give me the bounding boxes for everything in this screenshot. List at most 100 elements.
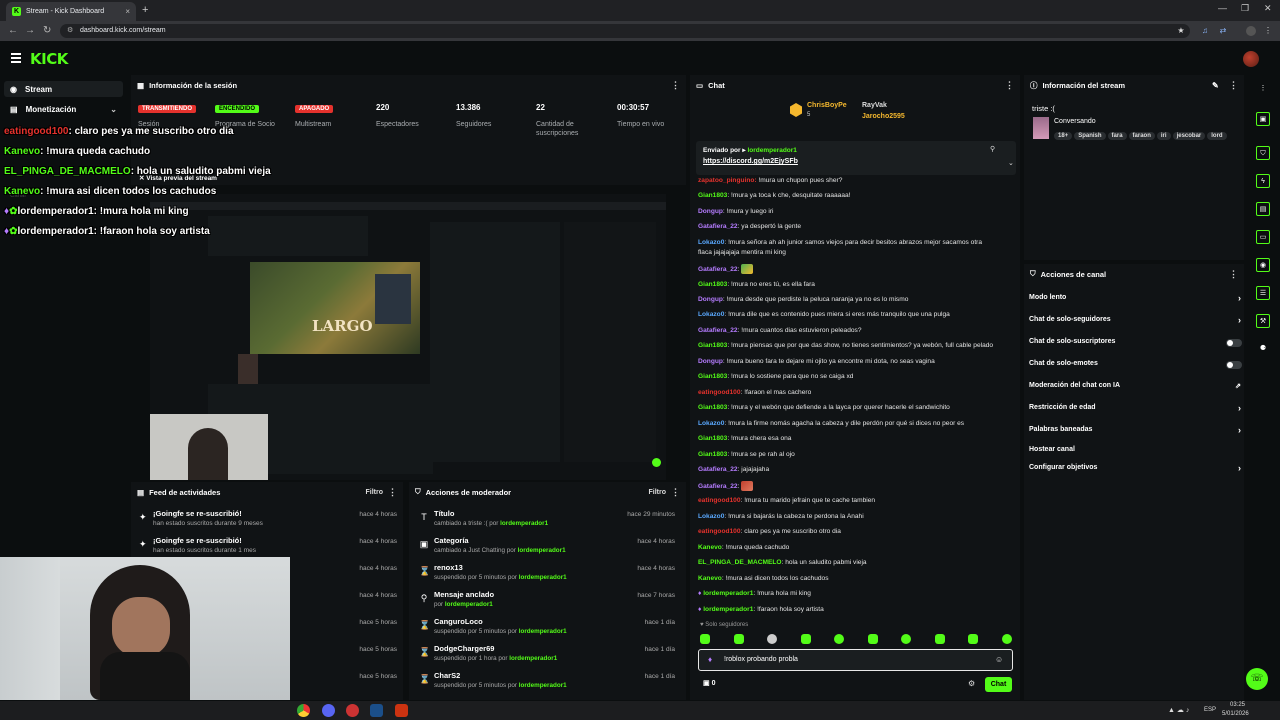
configure-goals-row[interactable]: Configurar objetivos › <box>1029 463 1245 478</box>
browser-menu-icon[interactable]: ⋮ <box>1263 26 1273 36</box>
subscribers-only-toggle[interactable] <box>1226 339 1242 347</box>
followers-only-row[interactable]: Chat de solo-seguidores › <box>1029 315 1245 330</box>
kick-header: KICK <box>0 41 1280 75</box>
mod-action-row: T Título cambiado a triste :( por lordem… <box>409 509 681 536</box>
translate-icon[interactable]: ⇄ <box>1218 26 1228 36</box>
address-bar[interactable]: ⚙ dashboard.kick.com/stream <box>60 24 1190 38</box>
send-chat-button[interactable]: Chat <box>985 677 1012 692</box>
stream-preview[interactable]: LARGO <box>150 194 666 480</box>
tag[interactable]: lord <box>1207 132 1227 140</box>
wrench-icon[interactable]: ⚒ <box>1256 314 1270 328</box>
shield-icon[interactable]: ⛉ <box>1256 146 1270 160</box>
new-tab-button[interactable]: + <box>142 4 148 16</box>
more-options-icon[interactable]: ⋮ <box>671 487 680 498</box>
age-restriction-row[interactable]: Restricción de edad › <box>1029 403 1245 418</box>
chat-settings-icon[interactable]: ⚙ <box>968 679 975 688</box>
sidebar-item-stream[interactable]: ◉ Stream <box>4 81 123 97</box>
maximize-button[interactable]: ❐ <box>1241 3 1249 14</box>
emote-icon[interactable] <box>733 634 744 644</box>
emote-icon[interactable] <box>934 634 945 644</box>
chrome-app-icon[interactable] <box>297 704 310 717</box>
bookmark-star-icon[interactable]: ★ <box>1176 26 1186 36</box>
emotes-only-toggle[interactable] <box>1226 361 1242 369</box>
host-channel-row[interactable]: Hostear canal <box>1029 446 1245 460</box>
emote-icon[interactable] <box>700 634 710 644</box>
sidebar-item-monetizacion[interactable]: ▤ Monetización ⌄ <box>4 101 123 117</box>
chat-input-value[interactable]: !roblox probando probla <box>724 656 798 663</box>
mod-action-row: ⌛ DodgeCharger69 suspendido por 1 hora p… <box>419 644 675 662</box>
emoji-icon[interactable]: ☺ <box>995 655 1003 664</box>
emote-icon[interactable] <box>800 634 811 644</box>
chat-input[interactable]: ♦ !roblox probando probla ☺ <box>698 649 1013 671</box>
steam-app-icon[interactable] <box>370 704 383 717</box>
reload-icon[interactable]: ↻ <box>43 25 51 36</box>
emote-icon[interactable] <box>1001 634 1012 644</box>
tag[interactable]: 18+ <box>1054 132 1073 140</box>
layout-icon[interactable]: ▣ <box>1256 112 1270 126</box>
emote-icon[interactable] <box>901 634 912 644</box>
close-tab-icon[interactable]: × <box>125 7 130 16</box>
profile-avatar[interactable] <box>1246 26 1256 36</box>
filter-button[interactable]: Filtro <box>366 489 384 496</box>
more-options-icon[interactable]: ⋮ <box>388 487 397 498</box>
list-icon[interactable]: ☰ <box>1256 286 1270 300</box>
slow-mode-row[interactable]: Modo lento › <box>1029 293 1245 308</box>
mod-actions-panel: ⛉ Acciones de moderador Filtro ⋮ T Títul… <box>409 482 686 700</box>
chat-message: ♦ lordemperador1: !faraon hola soy artis… <box>698 606 824 613</box>
emote-icon <box>741 264 754 274</box>
tag[interactable]: jescobar <box>1172 132 1206 140</box>
help-chat-button[interactable]: ☏ <box>1246 668 1268 690</box>
edit-icon[interactable]: ✎ <box>1212 81 1219 90</box>
media-icon[interactable]: ♫ <box>1200 26 1210 36</box>
menu-icon[interactable] <box>11 53 21 65</box>
browser-tab[interactable]: K Stream - Kick Dashboard × <box>6 2 136 21</box>
forward-icon[interactable]: → <box>25 25 35 36</box>
obs-app-icon[interactable] <box>346 704 359 717</box>
chat-message: Gatafiera_22: jajajajaha <box>698 466 770 473</box>
more-options-icon[interactable]: ⋮ <box>671 80 680 91</box>
chat-bubble-icon[interactable]: ▭ <box>1256 230 1270 244</box>
site-info-icon[interactable]: ⚙ <box>67 24 73 38</box>
pinned-link[interactable]: https://discord.gg/m2EjySFb <box>703 158 798 165</box>
more-options-icon[interactable]: ⋮ <box>1005 80 1014 91</box>
more-options-icon[interactable]: ⋮ <box>1229 80 1238 91</box>
document-icon[interactable]: ▤ <box>1256 202 1270 216</box>
category-name[interactable]: Conversando <box>1054 118 1096 125</box>
pin-icon[interactable]: ⚲ <box>990 145 995 153</box>
emote-icon[interactable] <box>968 634 979 644</box>
top-gifter-2[interactable]: RayVak <box>862 102 887 109</box>
tag[interactable]: Spanish <box>1074 132 1106 140</box>
panel-title: Acciones de canal <box>1040 269 1107 279</box>
filter-button[interactable]: Filtro <box>649 489 667 496</box>
tag[interactable]: faraon <box>1128 132 1155 140</box>
close-window-button[interactable]: ✕ <box>1264 3 1272 14</box>
banned-words-row[interactable]: Palabras baneadas › <box>1029 425 1245 440</box>
add-widget-icon[interactable]: ⚈ <box>1256 342 1270 356</box>
minimize-button[interactable]: — <box>1218 3 1227 13</box>
mod-badge-icon: ♦ <box>708 655 713 664</box>
discord-app-icon[interactable] <box>322 704 335 717</box>
app-icon[interactable] <box>395 704 408 717</box>
emote-icon[interactable] <box>767 634 778 644</box>
kick-logo[interactable]: KICK <box>30 50 68 68</box>
user-avatar[interactable] <box>1243 51 1259 67</box>
feed-icon: ▤ <box>137 487 145 497</box>
emote-icon[interactable] <box>834 634 845 644</box>
more-options-icon[interactable]: ⋮ <box>1256 82 1270 96</box>
language-indicator[interactable]: ESP <box>1204 707 1216 713</box>
pinned-message[interactable]: Enviado por ▸ lordemperador1 https://dis… <box>696 141 1016 175</box>
hourglass-icon: ⌛ <box>419 647 431 657</box>
more-options-icon[interactable]: ⋮ <box>1229 269 1238 280</box>
top-gifter-1[interactable]: ChrisBoyPe <box>807 102 847 109</box>
tag[interactable]: iri <box>1156 132 1171 140</box>
chevron-down-icon[interactable]: ⌄ <box>1008 159 1014 167</box>
emote-icon[interactable] <box>867 634 878 644</box>
tag[interactable]: fara <box>1107 132 1127 140</box>
channel-points[interactable]: ▣ 0 <box>703 679 715 687</box>
back-icon[interactable]: ← <box>8 25 18 36</box>
broadcast-icon[interactable]: ◉ <box>1256 258 1270 272</box>
ai-moderation-row[interactable]: Moderación del chat con IA ⇗ <box>1029 382 1245 396</box>
top-gifter-3[interactable]: Jarocho2595 <box>862 113 905 120</box>
tray-icons[interactable]: ▲ ☁ ♪ <box>1168 706 1189 714</box>
bolt-icon[interactable]: ϟ <box>1256 174 1270 188</box>
